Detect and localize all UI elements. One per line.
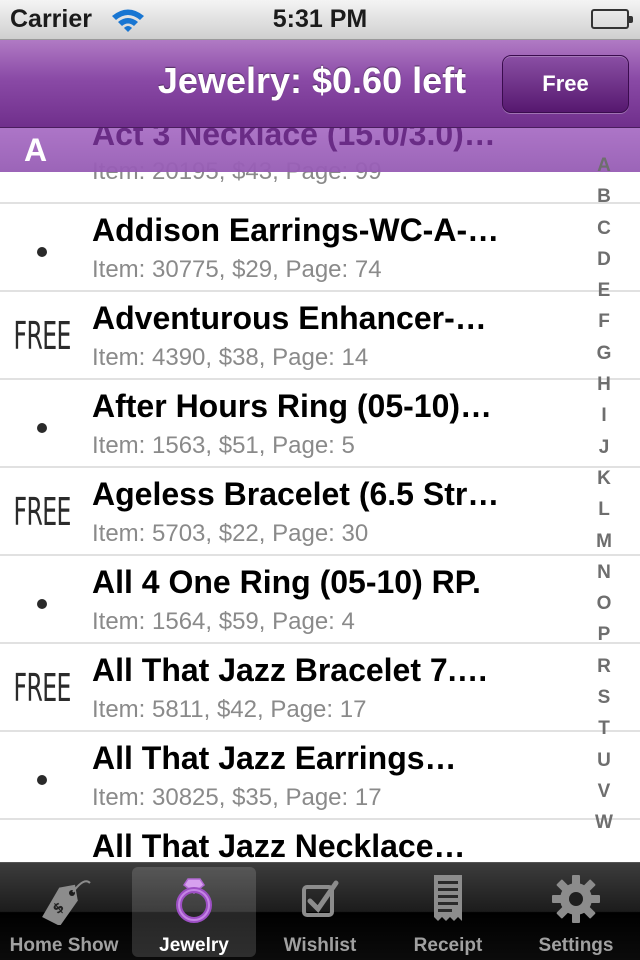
ring-icon	[132, 873, 256, 925]
list-item[interactable]: All That Jazz Necklace…	[0, 820, 640, 862]
section-letter: A	[24, 132, 48, 168]
tab-bar: $ Home Show Jewelry Wishlist Receipt Set…	[0, 862, 640, 960]
index-letter-m[interactable]: M	[588, 526, 620, 557]
index-letter-g[interactable]: G	[588, 338, 620, 369]
item-details: Item: 30775, $29, Page: 74	[92, 256, 382, 283]
tab-label: Home Show	[9, 935, 119, 956]
receipt-icon	[386, 873, 510, 925]
free-badge: FREE	[13, 666, 71, 710]
item-name: Addison Earrings-WC-A-…	[92, 212, 500, 248]
checkbox-icon	[258, 873, 382, 925]
index-letter-w[interactable]: W	[588, 807, 620, 838]
tab-wishlist[interactable]: Wishlist	[258, 867, 382, 957]
item-name: Adventurous Enhancer-…	[92, 300, 487, 336]
item-name: All 4 One Ring (05-10) RP.	[92, 564, 481, 600]
item-details: Item: 1564, $59, Page: 4	[92, 608, 355, 635]
item-details: Item: 30825, $35, Page: 17	[92, 784, 382, 811]
item-name: All That Jazz Necklace…	[92, 828, 466, 862]
index-letter-d[interactable]: D	[588, 244, 620, 275]
tab-home-show[interactable]: $ Home Show	[2, 867, 126, 957]
index-letter-e[interactable]: E	[588, 275, 620, 306]
index-letter-o[interactable]: O	[588, 588, 620, 619]
status-bar: Carrier 5:31 PM	[0, 0, 640, 40]
tab-label: Jewelry	[159, 935, 229, 956]
clock: 5:31 PM	[272, 5, 368, 33]
bullet-icon	[37, 247, 47, 257]
price-tag-icon: $	[2, 873, 126, 925]
jewelry-list[interactable]: Act 3 Necklace (15.0/3.0)… Item: 20195, …	[0, 128, 640, 862]
item-name: All That Jazz Bracelet 7.…	[92, 652, 489, 688]
tab-jewelry[interactable]: Jewelry	[132, 867, 256, 957]
list-item[interactable]: FREE Ageless Bracelet (6.5 Str… Item: 57…	[0, 468, 640, 556]
tab-receipt[interactable]: Receipt	[386, 867, 510, 957]
bullet-icon	[37, 599, 47, 609]
item-details: Item: 4390, $38, Page: 14	[92, 344, 369, 371]
item-name: After Hours Ring (05-10)…	[92, 388, 493, 424]
battery-full-icon	[591, 9, 633, 29]
list-item[interactable]: All 4 One Ring (05-10) RP. Item: 1564, $…	[0, 556, 640, 644]
list-item[interactable]: All That Jazz Earrings… Item: 30825, $35…	[0, 732, 640, 820]
index-letter-f[interactable]: F	[588, 306, 620, 337]
index-letter-k[interactable]: K	[588, 463, 620, 494]
index-letter-n[interactable]: N	[588, 557, 620, 588]
list-item[interactable]: FREE Adventurous Enhancer-… Item: 4390, …	[0, 292, 640, 380]
index-letter-j[interactable]: J	[588, 432, 620, 463]
bullet-icon	[37, 423, 47, 433]
free-button[interactable]: Free	[502, 55, 629, 113]
item-details: Item: 5811, $42, Page: 17	[92, 696, 367, 723]
free-badge: FREE	[13, 314, 71, 358]
index-letter-s[interactable]: S	[588, 682, 620, 713]
free-badge: FREE	[13, 490, 71, 534]
index-letter-h[interactable]: H	[588, 369, 620, 400]
index-letter-b[interactable]: B	[588, 181, 620, 212]
tab-label: Receipt	[413, 935, 483, 956]
item-details: Item: 5703, $22, Page: 30	[92, 520, 369, 547]
index-letter-a[interactable]: A	[588, 150, 620, 181]
navigation-bar: Jewelry: $0.60 left Free	[0, 40, 640, 128]
list-item[interactable]: After Hours Ring (05-10)… Item: 1563, $5…	[0, 380, 640, 468]
gear-icon	[514, 873, 638, 925]
section-index[interactable]: ABCDEFGHIJKLMNOPRSTUVW	[588, 150, 620, 839]
item-name: All That Jazz Earrings…	[92, 740, 457, 776]
item-name: Act 3 Necklace (15.0/3.0)…	[92, 128, 496, 152]
index-letter-i[interactable]: I	[588, 400, 620, 431]
index-letter-t[interactable]: T	[588, 713, 620, 744]
index-letter-p[interactable]: P	[588, 619, 620, 650]
list-item[interactable]: FREE All That Jazz Bracelet 7.… Item: 58…	[0, 644, 640, 732]
list-item[interactable]: Addison Earrings-WC-A-… Item: 30775, $29…	[0, 204, 640, 292]
tab-label: Settings	[538, 935, 614, 956]
item-name: Ageless Bracelet (6.5 Str…	[92, 476, 500, 512]
index-letter-u[interactable]: U	[588, 745, 620, 776]
tab-label: Wishlist	[283, 935, 357, 956]
index-letter-r[interactable]: R	[588, 651, 620, 682]
index-letter-c[interactable]: C	[588, 213, 620, 244]
item-details: Item: 1563, $51, Page: 5	[92, 432, 355, 459]
index-letter-v[interactable]: V	[588, 776, 620, 807]
index-letter-l[interactable]: L	[588, 494, 620, 525]
bullet-icon	[37, 775, 47, 785]
tab-settings[interactable]: Settings	[514, 867, 638, 957]
